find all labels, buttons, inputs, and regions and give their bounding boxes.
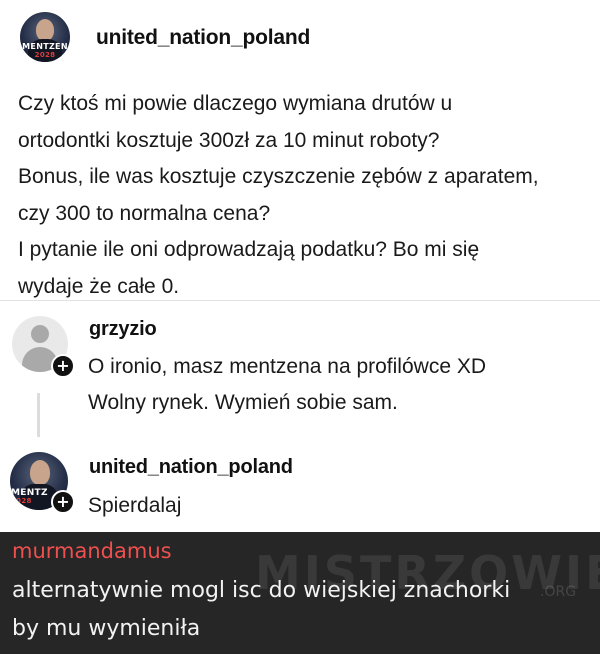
- post-divider: [0, 300, 600, 301]
- comment-body: alternatywnie mogl isc do wiejskiej znac…: [12, 572, 510, 648]
- thread-line: [37, 393, 40, 437]
- comment-panel: MISTRZOWIE .ORG murmandamus alternatywni…: [0, 532, 600, 654]
- comment-line: alternatywnie mogl isc do wiejskiej znac…: [12, 578, 511, 603]
- avatar-badge: MENTZEN 2028: [22, 42, 68, 60]
- post-username[interactable]: united_nation_poland: [96, 26, 310, 50]
- post-line: ortodontki kosztuje 300zł za 10 minut ro…: [18, 128, 440, 152]
- comment-username[interactable]: murmandamus: [12, 539, 172, 563]
- reply-username[interactable]: grzyzio: [89, 318, 157, 341]
- original-post: MENTZEN 2028 united_nation_poland Czy kt…: [0, 0, 600, 300]
- reply-username[interactable]: united_nation_poland: [89, 456, 293, 479]
- follow-plus-icon[interactable]: +: [51, 490, 75, 514]
- post-body: Czy ktoś mi powie dlaczego wymiana drutó…: [18, 86, 593, 305]
- post-line: Czy ktoś mi powie dlaczego wymiana drutó…: [18, 92, 453, 115]
- reply-line: Wolny rynek. Wymień sobie sam.: [88, 391, 398, 414]
- reply-line: Spierdalaj: [88, 494, 182, 517]
- post-line: czy 300 to normalna cena?: [18, 201, 271, 225]
- post-line: I pytanie ile oni odprowadzają podatku? …: [18, 238, 480, 261]
- watermark-suffix: .ORG: [540, 584, 577, 600]
- follow-plus-icon[interactable]: +: [51, 354, 75, 378]
- comment-line: by mu wymieniła: [12, 616, 201, 641]
- post-avatar[interactable]: MENTZEN 2028: [20, 12, 70, 62]
- post-line: Bonus, ile was kosztuje czyszczenie zębó…: [18, 165, 539, 188]
- reply-line: O ironio, masz mentzena na profilówce XD: [88, 355, 487, 378]
